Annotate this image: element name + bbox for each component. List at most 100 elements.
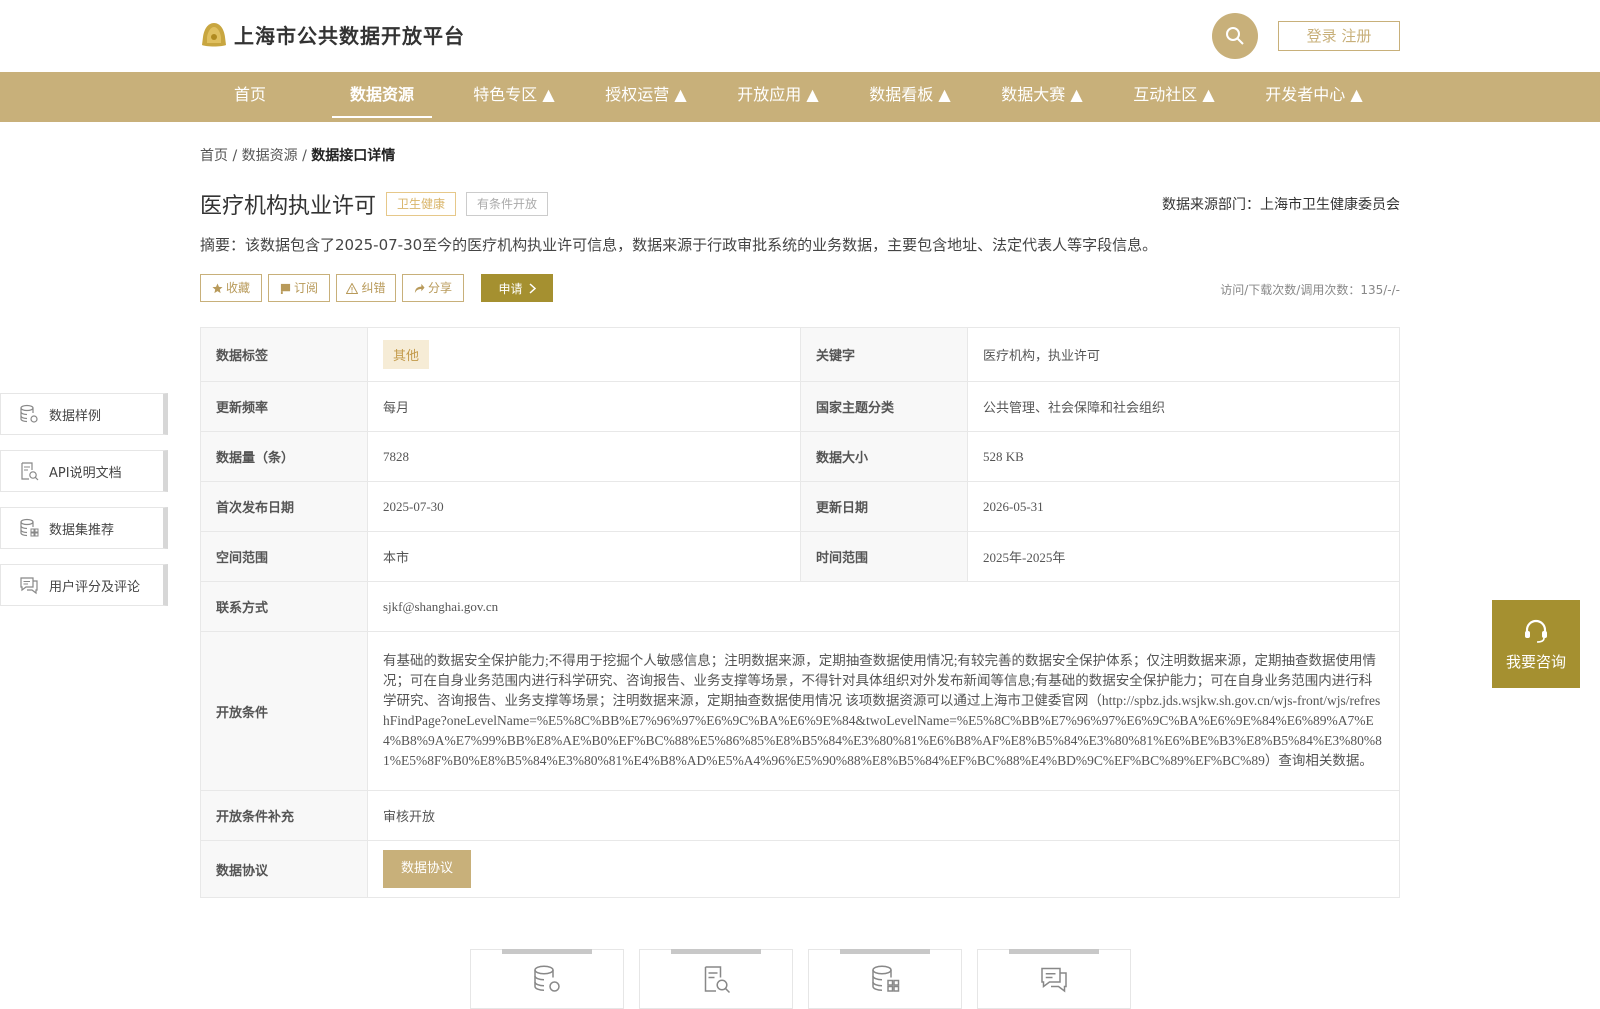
sidebar-item-api-docs[interactable]: API说明文档 <box>0 450 168 492</box>
nav-item-community[interactable]: 互动社区 ▲ <box>1124 72 1224 122</box>
table-label: 首次发布日期 <box>200 481 368 532</box>
comment-icon <box>20 577 38 595</box>
time-range-value: 2025年-2025年 <box>967 531 1400 582</box>
breadcrumb-separator: / <box>232 148 238 164</box>
breadcrumb: 首页 / 数据资源 / 数据接口详情 <box>200 145 395 165</box>
update-frequency-value: 每月 <box>367 381 801 432</box>
site-logo[interactable]: 上海市公共数据开放平台 <box>200 20 465 49</box>
update-date-value: 2026-05-31 <box>967 481 1400 532</box>
table-row: 联系方式 sjkf@shanghai.gov.cn <box>200 581 1400 632</box>
share-label: 分享 <box>427 281 452 295</box>
nav-item-data-contest[interactable]: 数据大赛 ▲ <box>992 72 1092 122</box>
theme-value: 公共管理、社会保障和社会组织 <box>967 381 1400 432</box>
warning-icon <box>346 282 359 294</box>
table-label: 联系方式 <box>200 581 368 632</box>
info-table: 数据标签 其他 关键字 医疗机构，执业许可 更新频率 每月 国家主题分类 公共管… <box>200 327 1400 898</box>
table-row: 空间范围 本市 时间范围 2025年-2025年 <box>200 531 1400 582</box>
sidebar-item-label: 用户评分及评论 <box>49 579 141 595</box>
sidebar-item-label: API说明文档 <box>49 465 122 481</box>
table-row: 数据量（条） 7828 数据大小 528 KB <box>200 431 1400 482</box>
nav-item-authorized-ops[interactable]: 授权运营 ▲ <box>596 72 696 122</box>
table-label: 数据协议 <box>200 840 368 898</box>
nav-item-open-apps[interactable]: 开放应用 ▲ <box>728 72 828 122</box>
summary-text: 摘要：该数据包含了2025-07-30至今的医疗机构执业许可信息，数据来源于行政… <box>200 236 1158 254</box>
share-button[interactable]: 分享 <box>402 274 464 302</box>
database-gear-icon <box>20 404 38 423</box>
collect-label: 收藏 <box>225 281 250 295</box>
site-title: 上海市公共数据开放平台 <box>234 24 465 48</box>
doc-search-icon <box>704 966 731 994</box>
sidebar-item-ratings-comments[interactable]: 用户评分及评论 <box>0 564 168 606</box>
open-conditions-value: 有基础的数据安全保护能力;不得用于挖掘个人敏感信息；注明数据来源，定期抽查数据使… <box>367 631 1400 791</box>
data-protocol-button[interactable]: 数据协议 <box>383 850 472 888</box>
data-size-value: 528 KB <box>967 431 1400 482</box>
doc-search-icon <box>21 462 39 481</box>
section-card-ratings-comments[interactable] <box>977 949 1131 1009</box>
nav-item-data-resources[interactable]: 数据资源 <box>332 72 432 122</box>
correct-button[interactable]: 纠错 <box>336 274 396 302</box>
nav-item-data-dashboard[interactable]: 数据看板 ▲ <box>860 72 960 122</box>
page-title: 医疗机构执业许可 <box>200 194 377 219</box>
breadcrumb-current: 数据接口详情 <box>311 148 396 164</box>
apply-label: 申请 <box>498 281 523 296</box>
sidebar-item-label: 数据样例 <box>49 408 102 424</box>
flag-icon <box>280 283 291 294</box>
database-gear-icon <box>534 965 560 992</box>
table-label: 开放条件 <box>200 631 368 791</box>
section-card-dataset-recommend[interactable] <box>808 949 962 1009</box>
table-row: 开放条件补充 审核开放 <box>200 790 1400 841</box>
keyword-value: 医疗机构，执业许可 <box>967 327 1400 382</box>
apply-button[interactable]: 申请 <box>481 274 553 302</box>
logo-icon <box>202 22 226 46</box>
section-card-data-sample[interactable] <box>470 949 624 1009</box>
consult-button[interactable]: 我要咨询 <box>1492 600 1580 688</box>
table-label: 空间范围 <box>200 531 368 582</box>
table-row: 开放条件 有基础的数据安全保护能力;不得用于挖掘个人敏感信息；注明数据来源，定期… <box>200 631 1400 791</box>
site-header: 上海市公共数据开放平台 登录 注册 <box>0 0 1600 72</box>
table-label: 关键字 <box>800 327 968 382</box>
section-card-api-docs[interactable] <box>639 949 793 1009</box>
headset-icon <box>1525 619 1547 643</box>
search-icon <box>1226 27 1244 45</box>
table-label: 数据大小 <box>800 431 968 482</box>
record-count-value: 7828 <box>367 431 801 482</box>
subscribe-label: 订阅 <box>293 281 318 295</box>
main-nav: 首页 数据资源 特色专区 ▲ 授权运营 ▲ 开放应用 ▲ 数据看板 ▲ 数据大赛… <box>0 72 1600 122</box>
table-row: 数据协议 数据协议 <box>200 840 1400 898</box>
data-tag-chip[interactable]: 其他 <box>383 340 430 369</box>
table-row: 数据标签 其他 关键字 医疗机构，执业许可 <box>200 327 1400 382</box>
comment-icon <box>1041 967 1067 993</box>
share-icon <box>414 283 425 293</box>
database-grid-icon <box>20 518 39 537</box>
sidebar-item-label: 数据集推荐 <box>49 522 115 538</box>
table-cell: 数据协议 <box>367 840 1400 898</box>
table-row: 更新频率 每月 国家主题分类 公共管理、社会保障和社会组织 <box>200 381 1400 432</box>
breadcrumb-separator: / <box>302 148 307 164</box>
breadcrumb-data-resources[interactable]: 数据资源 <box>242 148 298 164</box>
login-register-button[interactable]: 登录 注册 <box>1278 21 1400 51</box>
sidebar-item-data-sample[interactable]: 数据样例 <box>0 393 168 435</box>
table-label: 开放条件补充 <box>200 790 368 841</box>
table-label: 更新日期 <box>800 481 968 532</box>
search-button[interactable] <box>1212 13 1258 59</box>
table-label: 时间范围 <box>800 531 968 582</box>
breadcrumb-home[interactable]: 首页 <box>200 148 228 164</box>
table-cell: 其他 <box>367 327 801 382</box>
nav-item-featured[interactable]: 特色专区 ▲ <box>464 72 564 122</box>
sidebar-item-dataset-recommend[interactable]: 数据集推荐 <box>0 507 168 549</box>
nav-item-home[interactable]: 首页 <box>200 72 300 122</box>
table-label: 国家主题分类 <box>800 381 968 432</box>
table-label: 数据量（条） <box>200 431 368 482</box>
open-conditions-supplement-value: 审核开放 <box>367 790 1400 841</box>
nav-item-developer[interactable]: 开发者中心 ▲ <box>1256 72 1372 122</box>
data-source-department: 数据来源部门：上海市卫生健康委员会 <box>1162 197 1400 213</box>
first-publish-date-value: 2025-07-30 <box>367 481 801 532</box>
contact-value: sjkf@shanghai.gov.cn <box>367 581 1400 632</box>
collect-button[interactable]: 收藏 <box>200 274 262 302</box>
star-icon <box>212 282 223 293</box>
title-row: 医疗机构执业许可 卫生健康 有条件开放 数据来源部门：上海市卫生健康委员会 <box>200 188 1400 220</box>
visit-counts: 访问/下载次数/调用次数：135/-/- <box>1220 283 1400 297</box>
category-tag: 卫生健康 <box>386 192 457 216</box>
consult-label: 我要咨询 <box>1505 652 1566 671</box>
subscribe-button[interactable]: 订阅 <box>268 274 330 302</box>
